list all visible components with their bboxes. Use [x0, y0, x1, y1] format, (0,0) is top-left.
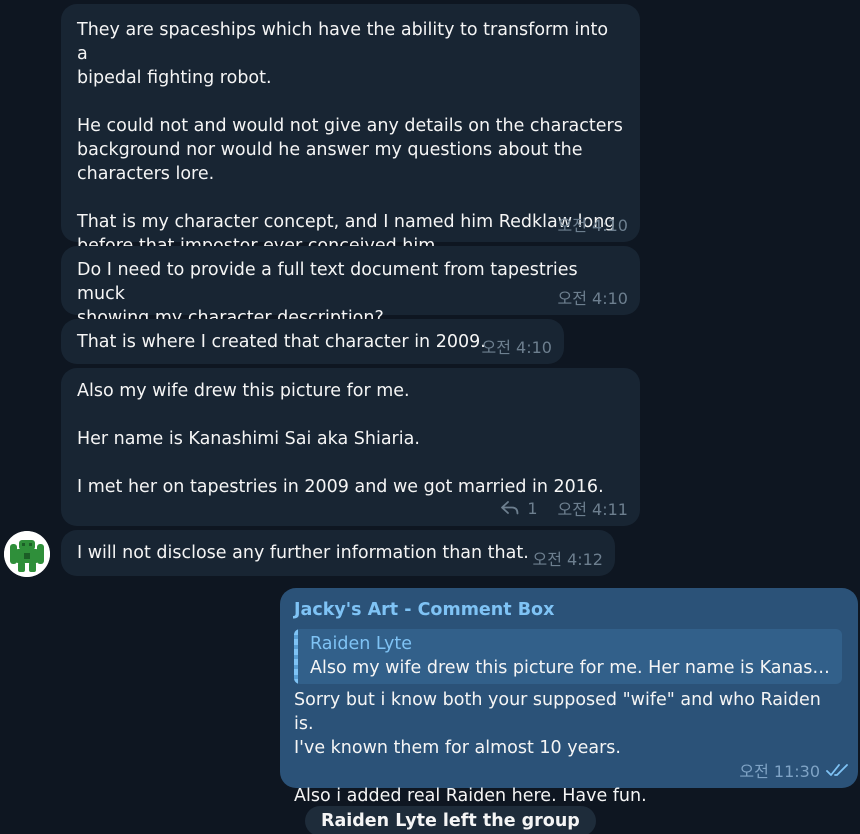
chat-history: They are spaceships which have the abili… [0, 0, 860, 834]
message-time: 오전 4:10 [557, 216, 628, 235]
robot-avatar-icon [4, 531, 50, 577]
message-bubble[interactable]: That is where I created that character i… [61, 319, 564, 364]
outgoing-message-bubble[interactable]: Jacky's Art - Comment Box Raiden Lyte Al… [280, 588, 858, 806]
message-meta: 오전 4:10 [482, 334, 552, 358]
message-time: 오전 11:30 [739, 762, 820, 781]
message-meta: 오전 11:30 [739, 758, 850, 782]
reply-count[interactable]: 1 [501, 498, 538, 518]
double-check-icon [826, 764, 848, 776]
message-text: Sorry but i know both your supposed "wif… [294, 690, 821, 806]
message-time: 오전 4:10 [557, 289, 628, 308]
message-time: 오전 4:12 [532, 550, 603, 569]
message-time: 오전 4:10 [481, 338, 552, 357]
service-message: Raiden Lyte left the group [305, 806, 596, 834]
reply-arrow-icon [501, 501, 519, 515]
message-meta: 오전 4:10 [558, 212, 628, 236]
reply-quote[interactable]: Raiden Lyte Also my wife drew this pictu… [294, 629, 842, 684]
message-meta: 오전 4:12 [533, 546, 603, 570]
message-text: They are spaceships which have the abili… [77, 20, 623, 256]
message-meta: 오전 4:10 [558, 285, 628, 309]
message-bubble[interactable]: I will not disclose any further informat… [61, 530, 615, 576]
message-time: 오전 4:11 [557, 500, 628, 519]
message-bubble[interactable]: Do I need to provide a full text documen… [61, 246, 640, 328]
message-bubble[interactable]: They are spaceships which have the abili… [61, 4, 640, 256]
message-bubble[interactable]: Also my wife drew this picture for me. H… [61, 368, 640, 526]
message-meta: 1 오전 4:11 [501, 496, 628, 520]
reply-quote-author: Raiden Lyte [310, 634, 413, 654]
sender-avatar[interactable] [4, 531, 50, 577]
reply-count-value: 1 [527, 498, 538, 518]
message-text: Also my wife drew this picture for me. H… [77, 381, 604, 497]
reply-quote-text: Also my wife drew this picture for me. H… [310, 658, 830, 678]
sender-name[interactable]: Jacky's Art - Comment Box [294, 599, 844, 621]
message-text: That is where I created that character i… [77, 332, 486, 352]
message-text: I will not disclose any further informat… [77, 543, 529, 563]
